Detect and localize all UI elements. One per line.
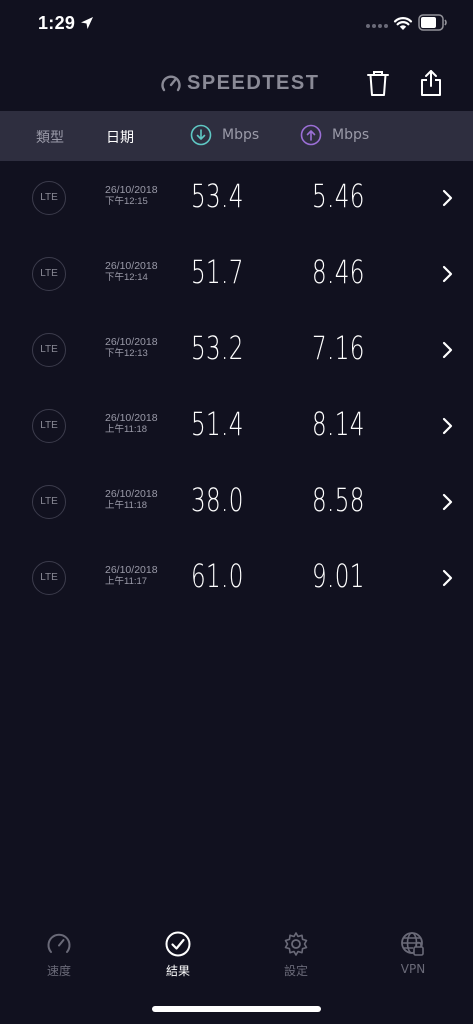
bottom-tab-bar: 速度 結果 設定 VPN: [0, 920, 473, 990]
result-row[interactable]: LTE 26/10/2018 下午12:14 51.7 8.46: [0, 237, 473, 313]
network-type-badge: LTE: [32, 181, 66, 215]
result-date: 26/10/2018: [105, 412, 158, 424]
result-row[interactable]: LTE 26/10/2018 下午12:13 53.2 7.16: [0, 313, 473, 389]
download-value: 38.0: [191, 481, 244, 519]
vpn-globe-lock-icon: [401, 932, 424, 956]
result-datetime: 26/10/2018 上午11:18: [105, 412, 158, 436]
network-type-badge: LTE: [32, 333, 66, 367]
download-value: 51.7: [191, 253, 244, 291]
result-time: 上午11:18: [105, 500, 148, 511]
chevron-right-icon[interactable]: [442, 341, 453, 359]
download-arrow-icon: [190, 124, 212, 146]
upload-value: 8.58: [312, 481, 365, 519]
result-date: 26/10/2018: [105, 260, 158, 272]
result-date: 26/10/2018: [105, 336, 158, 348]
chevron-right-icon[interactable]: [442, 569, 453, 587]
chevron-right-icon[interactable]: [442, 493, 453, 511]
status-time: 1:29: [38, 13, 76, 33]
logo-text: SPEEDTEST: [187, 72, 320, 94]
location-arrow-icon: [81, 17, 93, 29]
chevron-right-icon[interactable]: [442, 265, 453, 283]
chevron-right-icon[interactable]: [442, 189, 453, 207]
speedometer-icon: [47, 933, 71, 953]
chevron-right-icon[interactable]: [442, 417, 453, 435]
results-column-header: 類型 日期 Mbps Mbps: [0, 111, 473, 161]
tab-results[interactable]: 結果: [138, 930, 218, 979]
tab-speed[interactable]: 速度: [19, 930, 99, 979]
column-upload[interactable]: Mbps: [300, 124, 369, 146]
cellular-signal-icon: [366, 24, 388, 28]
network-type-badge: LTE: [32, 485, 66, 519]
result-time: 下午12:15: [105, 196, 148, 207]
result-time: 下午12:14: [105, 272, 148, 283]
network-type-badge: LTE: [32, 561, 66, 595]
column-date[interactable]: 日期: [106, 127, 134, 147]
result-datetime: 26/10/2018 下午12:14: [105, 260, 158, 284]
result-time: 上午11:18: [105, 424, 148, 435]
upload-value: 9.01: [312, 557, 365, 595]
tab-vpn[interactable]: VPN: [373, 930, 453, 976]
speedometer-logo-icon: [161, 74, 181, 91]
upload-value: 8.46: [312, 253, 365, 291]
trash-icon[interactable]: [366, 69, 390, 97]
battery-icon: [418, 14, 447, 31]
tab-results-label: 結果: [165, 964, 190, 978]
upload-value: 8.14: [312, 405, 365, 443]
result-row[interactable]: LTE 26/10/2018 上午11:17 61.0 9.01: [0, 541, 473, 617]
wifi-icon: [393, 17, 413, 30]
check-circle-icon: [165, 931, 191, 957]
network-type-badge: LTE: [32, 409, 66, 443]
result-row[interactable]: LTE 26/10/2018 下午12:15 53.4 5.46: [0, 161, 473, 237]
result-date: 26/10/2018: [105, 564, 158, 576]
network-type-badge: LTE: [32, 257, 66, 291]
app-header: SPEEDTEST: [0, 50, 473, 110]
tab-settings[interactable]: 設定: [256, 930, 336, 979]
column-type[interactable]: 類型: [36, 127, 64, 147]
column-upload-label: Mbps: [332, 127, 370, 143]
column-download[interactable]: Mbps: [190, 124, 259, 146]
result-datetime: 26/10/2018 下午12:13: [105, 336, 158, 360]
result-time: 上午11:17: [105, 576, 148, 587]
result-date: 26/10/2018: [105, 184, 158, 196]
tab-vpn-label: VPN: [400, 962, 426, 976]
download-value: 51.4: [191, 405, 244, 443]
result-time: 下午12:13: [105, 348, 148, 359]
gear-icon: [284, 932, 308, 956]
download-value: 53.2: [191, 329, 244, 367]
result-datetime: 26/10/2018 下午12:15: [105, 184, 158, 208]
tab-speed-label: 速度: [46, 964, 71, 978]
result-row[interactable]: LTE 26/10/2018 上午11:18 38.0 8.58: [0, 465, 473, 541]
download-value: 61.0: [191, 557, 244, 595]
result-datetime: 26/10/2018 上午11:18: [105, 488, 158, 512]
status-bar: 1:29: [0, 0, 473, 50]
upload-value: 5.46: [312, 177, 365, 215]
speedtest-logo: SPEEDTEST: [160, 72, 319, 95]
tab-settings-label: 設定: [283, 964, 308, 978]
upload-arrow-icon: [300, 124, 322, 146]
column-download-label: Mbps: [222, 127, 260, 143]
home-indicator[interactable]: [152, 1006, 321, 1012]
share-icon[interactable]: [420, 69, 442, 97]
download-value: 53.4: [191, 177, 244, 215]
results-list: LTE 26/10/2018 下午12:15 53.4 5.46 LTE 26/…: [0, 161, 473, 617]
result-date: 26/10/2018: [105, 488, 158, 500]
result-row[interactable]: LTE 26/10/2018 上午11:18 51.4 8.14: [0, 389, 473, 465]
upload-value: 7.16: [312, 329, 365, 367]
result-datetime: 26/10/2018 上午11:17: [105, 564, 158, 588]
